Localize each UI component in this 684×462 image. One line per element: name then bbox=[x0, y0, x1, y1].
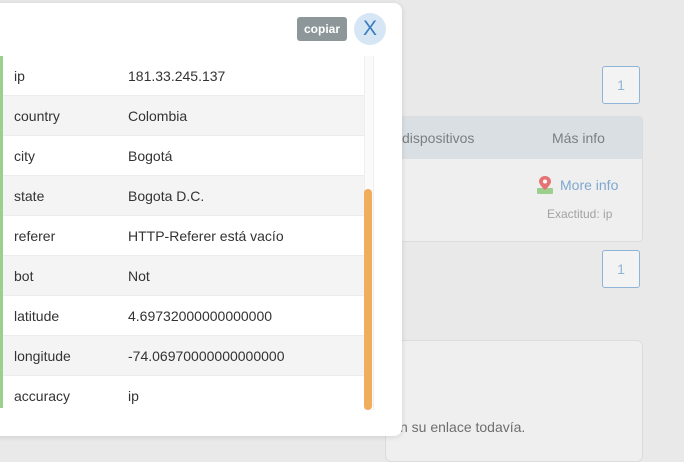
column-devices-header: dispositivos bbox=[402, 130, 475, 146]
column-more-info-header: Más info bbox=[552, 130, 605, 146]
more-info-link[interactable]: More info bbox=[536, 175, 618, 195]
table-row: city Bogotá bbox=[3, 136, 373, 176]
table-row: state Bogota D.C. bbox=[3, 176, 373, 216]
table-row: accuracy ip bbox=[3, 376, 373, 408]
table-row: referer HTTP-Referer está vacío bbox=[3, 216, 373, 256]
row-key: city bbox=[14, 147, 35, 164]
row-key: state bbox=[14, 187, 45, 204]
row-value: Bogotá bbox=[128, 147, 173, 164]
close-button[interactable]: X bbox=[354, 13, 386, 45]
row-key: country bbox=[14, 107, 60, 124]
table-row: latitude 4.69732000000000000 bbox=[3, 296, 373, 336]
visitor-details-modal: copiar X ip 181.33.245.137 country Colom… bbox=[0, 3, 402, 436]
map-pin-icon bbox=[537, 176, 553, 194]
links-card: dispositivos Más info More info Exactitu… bbox=[395, 116, 643, 242]
more-info-label: More info bbox=[560, 177, 619, 193]
row-value: Colombia bbox=[128, 107, 188, 124]
table-row: longitude -74.06970000000000000 bbox=[3, 336, 373, 376]
accuracy-note: Exactitud: ip bbox=[547, 207, 613, 221]
copy-button[interactable]: copiar bbox=[297, 17, 347, 41]
row-value: 181.33.245.137 bbox=[128, 67, 226, 84]
card-header: dispositivos Más info bbox=[396, 117, 642, 159]
details-table: ip 181.33.245.137 country Colombia city … bbox=[0, 56, 373, 408]
row-key: bot bbox=[14, 267, 34, 284]
scrollbar-thumb[interactable] bbox=[364, 189, 372, 410]
row-key: latitude bbox=[14, 307, 60, 324]
row-value: ip bbox=[128, 387, 139, 404]
row-key: longitude bbox=[14, 347, 71, 364]
close-icon: X bbox=[362, 17, 377, 40]
info-box-text: n su enlace todavía. bbox=[400, 419, 526, 435]
row-value: Not bbox=[128, 267, 150, 284]
row-key: ip bbox=[14, 67, 25, 84]
pagination-page-button[interactable]: 1 bbox=[602, 66, 640, 104]
row-value: HTTP-Referer está vacío bbox=[128, 227, 284, 244]
row-value: -74.06970000000000000 bbox=[128, 347, 285, 364]
info-box bbox=[385, 340, 643, 462]
table-row: country Colombia bbox=[3, 96, 373, 136]
table-row: bot Not bbox=[3, 256, 373, 296]
row-value: 4.69732000000000000 bbox=[128, 307, 273, 324]
row-key: referer bbox=[14, 227, 56, 244]
table-row: ip 181.33.245.137 bbox=[3, 56, 373, 96]
row-key: accuracy bbox=[14, 387, 71, 404]
pagination-page-button-bottom[interactable]: 1 bbox=[602, 250, 640, 288]
row-value: Bogota D.C. bbox=[128, 187, 205, 204]
